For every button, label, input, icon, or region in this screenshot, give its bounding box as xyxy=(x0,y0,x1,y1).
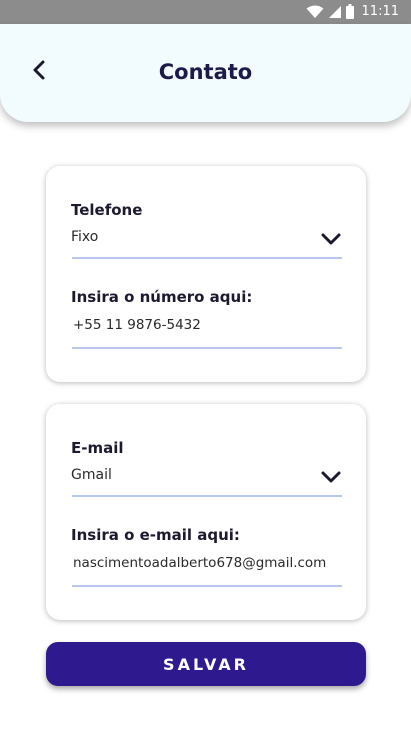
phone-type-label: Telefone xyxy=(71,201,143,219)
phone-number-input[interactable]: +55 11 9876-5432 xyxy=(46,312,366,352)
page-title: Contato xyxy=(158,60,253,84)
email-type-underline xyxy=(72,495,342,497)
email-card: E-mail Gmail Insira o e-mail aqui: nasci… xyxy=(46,404,366,620)
battery-icon xyxy=(345,4,354,19)
status-icons: 11:11 xyxy=(306,4,399,19)
status-bar: 11:11 xyxy=(0,0,411,24)
signal-icon xyxy=(328,5,341,18)
save-button-label: SALVAR xyxy=(163,654,249,674)
email-type-dropdown[interactable]: Gmail xyxy=(46,462,366,500)
email-type-label: E-mail xyxy=(71,439,124,457)
header: Contato xyxy=(0,24,411,122)
phone-number-label: Insira o número aqui: xyxy=(71,288,253,306)
phone-type-underline xyxy=(72,257,342,259)
chevron-down-icon xyxy=(321,233,341,245)
save-button[interactable]: SALVAR xyxy=(46,642,366,686)
phone-type-dropdown[interactable]: Fixo xyxy=(46,224,366,262)
email-type-value: Gmail xyxy=(71,467,112,483)
phone-number-value: +55 11 9876-5432 xyxy=(73,317,201,333)
email-address-label: Insira o e-mail aqui: xyxy=(71,526,240,544)
phone-type-value: Fixo xyxy=(71,229,99,245)
phone-card: Telefone Fixo Insira o número aqui: +55 … xyxy=(46,166,366,382)
email-address-underline xyxy=(72,585,342,587)
email-address-input[interactable]: nascimentoadalberto678@gmail.com xyxy=(46,550,366,590)
wifi-icon xyxy=(306,5,324,18)
chevron-down-icon xyxy=(321,471,341,483)
phone-number-underline xyxy=(72,347,342,349)
status-time: 11:11 xyxy=(361,4,399,19)
email-address-value: nascimentoadalberto678@gmail.com xyxy=(73,555,327,571)
